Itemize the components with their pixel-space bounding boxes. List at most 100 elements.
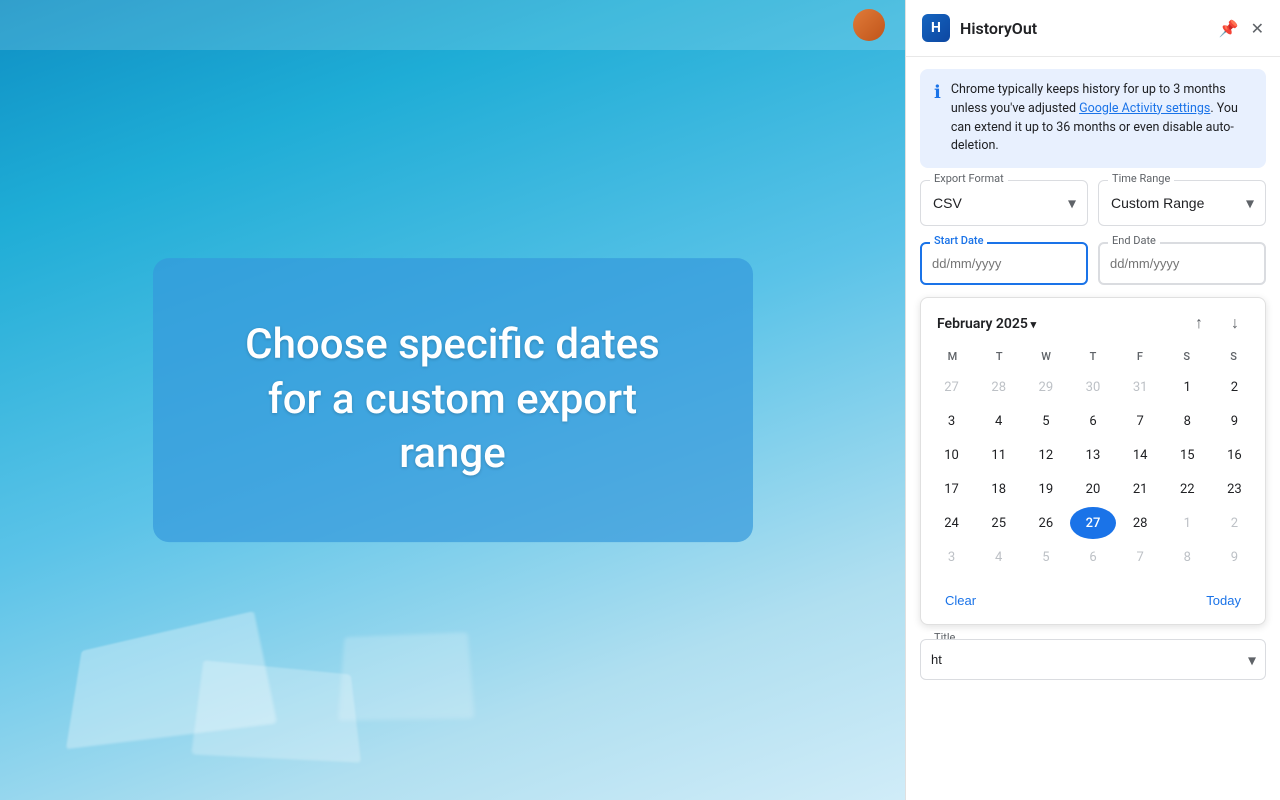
close-icon[interactable]: ✕ <box>1251 19 1264 38</box>
promo-card: Choose specific dates for a custom expor… <box>153 258 753 542</box>
calendar-day[interactable]: 1 <box>1165 371 1210 403</box>
calendar-header: February 2025 ↑ ↓ <box>921 298 1265 346</box>
export-format-select[interactable]: CSV JSON HTML <box>920 180 1088 226</box>
extra-fields: Title ▾ <box>906 639 1280 694</box>
calendar-day[interactable]: 17 <box>929 473 974 505</box>
calendar-day[interactable]: 2 <box>1212 507 1257 539</box>
calendar-day[interactable]: 1 <box>1165 507 1210 539</box>
extension-title: HistoryOut <box>960 19 1219 38</box>
calendar-grid: M T W T F S S 27282930311234567891011121… <box>921 346 1265 581</box>
calendar-day[interactable]: 28 <box>976 371 1021 403</box>
end-date-input[interactable] <box>1098 242 1266 285</box>
calendar-day[interactable]: 7 <box>1118 405 1163 437</box>
user-avatar <box>853 9 885 41</box>
calendar-day[interactable]: 4 <box>976 541 1021 573</box>
export-format-field: Export Format CSV JSON HTML <box>920 180 1088 226</box>
calendar-navigation: ↑ ↓ <box>1185 310 1249 338</box>
calendar-day[interactable]: 8 <box>1165 541 1210 573</box>
calendar-footer: Clear Today <box>921 581 1265 624</box>
format-time-row: Export Format CSV JSON HTML Time Range C… <box>906 180 1280 297</box>
date-fields-row: Start Date End Date <box>920 242 1266 285</box>
calendar-day[interactable]: 21 <box>1118 473 1163 505</box>
start-date-field: Start Date <box>920 242 1088 285</box>
weekday-fri: F <box>1116 346 1163 367</box>
calendar-weekdays: M T W T F S S <box>929 346 1257 367</box>
promo-heading: Choose specific dates for a custom expor… <box>233 318 673 482</box>
calendar-selected-day[interactable]: 27 <box>1070 507 1115 539</box>
calendar-month-year[interactable]: February 2025 <box>937 316 1185 332</box>
calendar-day[interactable]: 6 <box>1070 405 1115 437</box>
calendar-prev-button[interactable]: ↑ <box>1185 310 1213 338</box>
calendar-day[interactable]: 11 <box>976 439 1021 471</box>
title-dropdown-icon[interactable]: ▾ <box>1248 650 1256 669</box>
end-date-field: End Date <box>1098 242 1266 285</box>
extension-icon: H <box>922 14 950 42</box>
calendar-day[interactable]: 23 <box>1212 473 1257 505</box>
calendar-day[interactable]: 28 <box>1118 507 1163 539</box>
left-background-panel: Choose specific dates for a custom expor… <box>0 0 905 800</box>
weekday-mon: M <box>929 346 976 367</box>
weekday-sun: S <box>1210 346 1257 367</box>
clear-button[interactable]: Clear <box>937 589 984 612</box>
start-date-input[interactable] <box>920 242 1088 285</box>
google-activity-link[interactable]: Google Activity settings <box>1079 101 1210 116</box>
export-format-label: Export Format <box>930 172 1008 185</box>
info-banner: ℹ Chrome typically keeps history for up … <box>920 69 1266 168</box>
calendar-day[interactable]: 14 <box>1118 439 1163 471</box>
pin-icon[interactable]: 📌 <box>1219 19 1239 38</box>
weekday-thu: T <box>1070 346 1117 367</box>
extension-panel: H HistoryOut 📌 ✕ ℹ Chrome typically keep… <box>905 0 1280 800</box>
calendar-day[interactable]: 4 <box>976 405 1021 437</box>
title-input[interactable] <box>920 639 1266 680</box>
weekday-sat: S <box>1163 346 1210 367</box>
calendar-day[interactable]: 29 <box>1023 371 1068 403</box>
decorative-shape-2 <box>191 660 361 762</box>
calendar-day[interactable]: 26 <box>1023 507 1068 539</box>
calendar-day[interactable]: 16 <box>1212 439 1257 471</box>
calendar-day[interactable]: 25 <box>976 507 1021 539</box>
calendar-day[interactable]: 3 <box>929 405 974 437</box>
time-range-select[interactable]: Custom Range Last 7 days Last 30 days La… <box>1098 180 1266 226</box>
calendar-day[interactable]: 3 <box>929 541 974 573</box>
start-date-label: Start Date <box>930 234 987 247</box>
title-field: Title ▾ <box>920 639 1266 680</box>
calendar-day[interactable]: 6 <box>1070 541 1115 573</box>
decorative-shape-3 <box>338 632 475 721</box>
calendar-day[interactable]: 18 <box>976 473 1021 505</box>
calendar-day[interactable]: 22 <box>1165 473 1210 505</box>
weekday-wed: W <box>1023 346 1070 367</box>
calendar-day[interactable]: 5 <box>1023 541 1068 573</box>
calendar-day[interactable]: 8 <box>1165 405 1210 437</box>
calendar-popup: February 2025 ↑ ↓ M T W T F S S 27282930… <box>920 297 1266 625</box>
calendar-day[interactable]: 5 <box>1023 405 1068 437</box>
calendar-day[interactable]: 24 <box>929 507 974 539</box>
calendar-day[interactable]: 20 <box>1070 473 1115 505</box>
calendar-day[interactable]: 30 <box>1070 371 1115 403</box>
calendar-day[interactable]: 27 <box>929 371 974 403</box>
browser-bar <box>0 0 905 50</box>
calendar-next-button[interactable]: ↓ <box>1221 310 1249 338</box>
header-actions: 📌 ✕ <box>1219 19 1264 38</box>
info-icon: ℹ <box>934 82 941 103</box>
format-time-fields: Export Format CSV JSON HTML Time Range C… <box>920 180 1266 226</box>
calendar-day[interactable]: 13 <box>1070 439 1115 471</box>
calendar-day[interactable]: 7 <box>1118 541 1163 573</box>
calendar-day[interactable]: 9 <box>1212 541 1257 573</box>
export-format-select-wrapper: CSV JSON HTML <box>920 180 1088 226</box>
calendar-day[interactable]: 12 <box>1023 439 1068 471</box>
info-text: Chrome typically keeps history for up to… <box>951 81 1252 156</box>
time-range-field: Time Range Custom Range Last 7 days Last… <box>1098 180 1266 226</box>
extension-header: H HistoryOut 📌 ✕ <box>906 0 1280 57</box>
time-range-label: Time Range <box>1108 172 1174 185</box>
calendar-day[interactable]: 19 <box>1023 473 1068 505</box>
calendar-day[interactable]: 15 <box>1165 439 1210 471</box>
calendar-days: 2728293031123456789101112131415161718192… <box>929 371 1257 573</box>
calendar-day[interactable]: 10 <box>929 439 974 471</box>
end-date-label: End Date <box>1108 234 1160 247</box>
weekday-tue: T <box>976 346 1023 367</box>
calendar-day[interactable]: 31 <box>1118 371 1163 403</box>
calendar-day[interactable]: 9 <box>1212 405 1257 437</box>
calendar-day[interactable]: 2 <box>1212 371 1257 403</box>
today-button[interactable]: Today <box>1198 589 1249 612</box>
time-range-select-wrapper: Custom Range Last 7 days Last 30 days La… <box>1098 180 1266 226</box>
